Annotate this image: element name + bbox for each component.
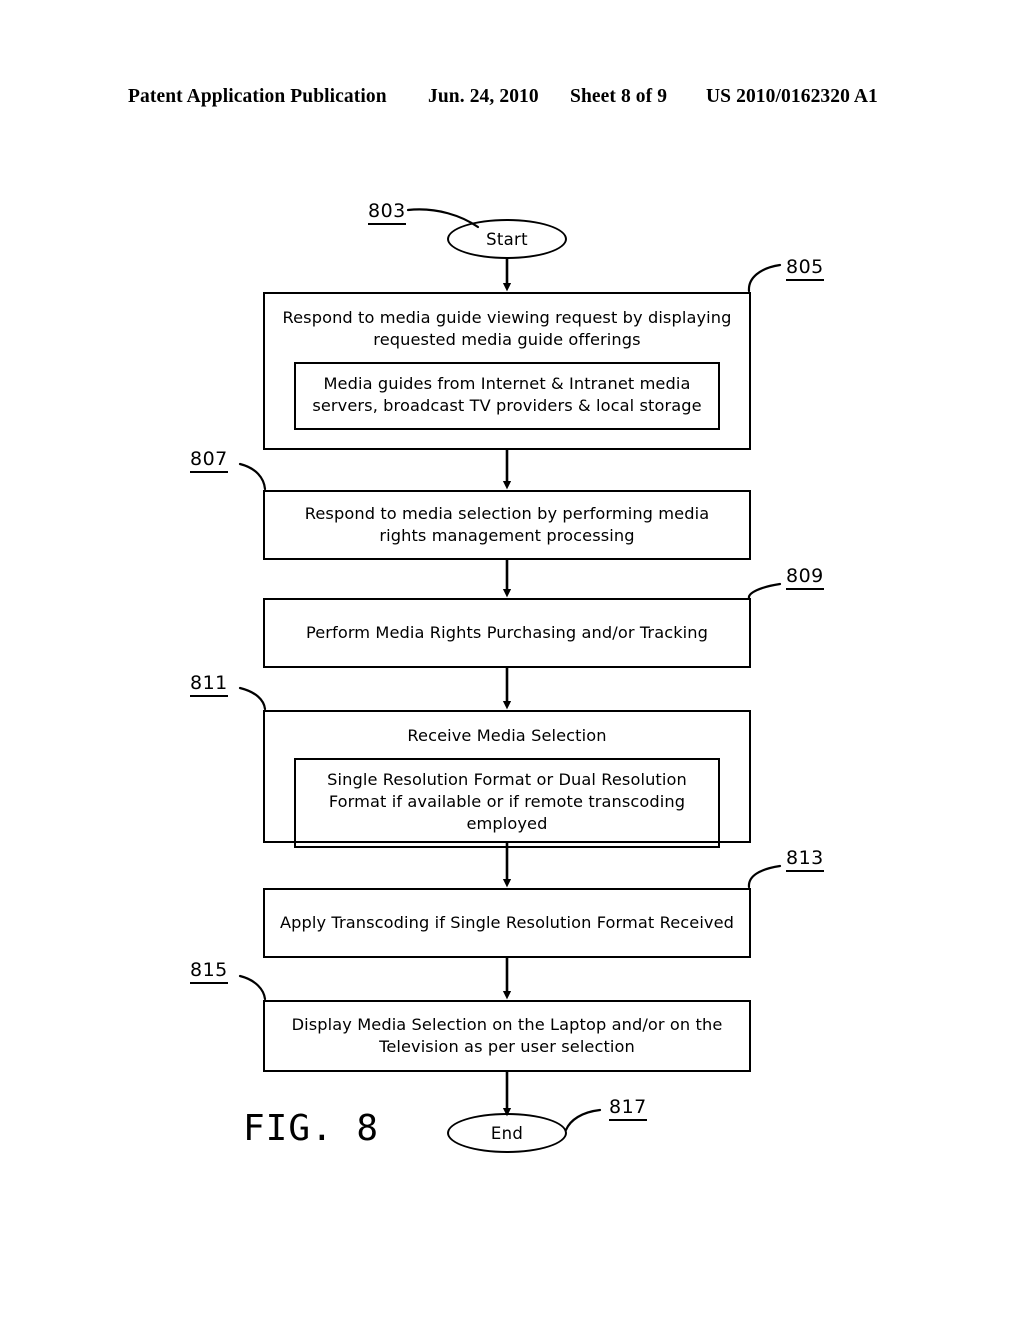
reference-numeral-805: 805 [786,257,824,281]
leader-line-805 [747,263,782,293]
reference-numeral-811: 811 [190,673,228,697]
process-box-811[interactable]: Receive Media Selection Single Resolutio… [263,710,751,849]
start-terminator[interactable]: Start [447,219,567,259]
process-box-809[interactable]: Perform Media Rights Purchasing and/or T… [263,598,751,668]
reference-numeral-815: 815 [190,960,228,984]
process-box-811-title: Receive Media Selection [407,726,607,745]
reference-numeral-813: 813 [786,848,824,872]
process-box-813-title: Apply Transcoding if Single Resolution F… [279,912,735,932]
process-box-805-title: Respond to media guide viewing request b… [282,308,732,350]
reference-numeral-817: 817 [609,1097,647,1121]
process-box-807-title: Respond to media selection by performing… [304,503,710,545]
end-terminator[interactable]: End [447,1113,567,1153]
process-box-809-title: Perform Media Rights Purchasing and/or T… [305,622,709,642]
leader-line-817 [564,1108,602,1132]
leader-line-813 [747,864,782,889]
process-box-805-inner[interactable]: Media guides from Internet & Intranet me… [294,362,720,431]
leader-line-811 [238,686,267,711]
process-box-805[interactable]: Respond to media guide viewing request b… [263,292,751,450]
reference-numeral-803: 803 [368,201,406,225]
process-box-811-inner[interactable]: Single Resolution Format or Dual Resolut… [294,758,720,849]
reference-numeral-807: 807 [190,449,228,473]
leader-line-809 [747,582,782,600]
process-box-807[interactable]: Respond to media selection by performing… [263,490,751,560]
process-box-805-inner-text: Media guides from Internet & Intranet me… [312,374,702,416]
flowchart-figure: Start Respond to media guide viewing req… [0,0,1024,1320]
process-box-813[interactable]: Apply Transcoding if Single Resolution F… [263,888,751,958]
leader-line-807 [238,462,267,491]
process-box-815[interactable]: Display Media Selection on the Laptop an… [263,1000,751,1072]
reference-numeral-809: 809 [786,566,824,590]
process-box-811-inner-text: Single Resolution Format or Dual Resolut… [327,770,687,834]
process-box-815-title: Display Media Selection on the Laptop an… [291,1014,723,1056]
figure-caption: FIG. 8 [243,1108,380,1149]
end-label: End [490,1123,524,1143]
start-label: Start [486,229,528,249]
leader-line-815 [238,974,267,1001]
